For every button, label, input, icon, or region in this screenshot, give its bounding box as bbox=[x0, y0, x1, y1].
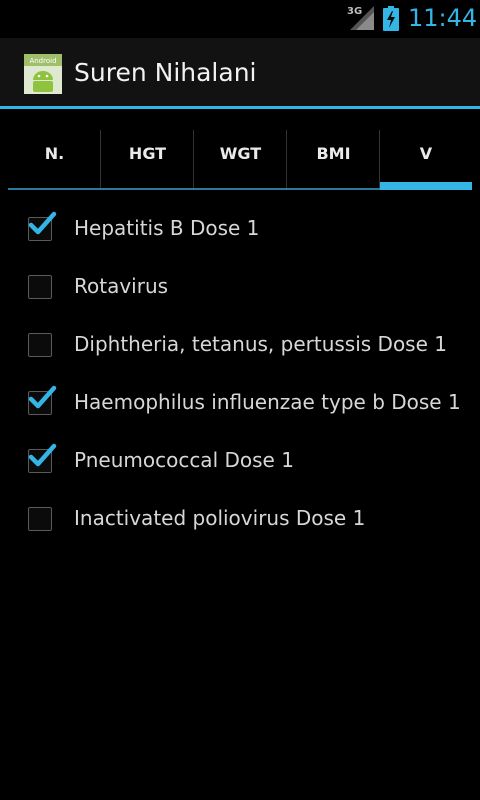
status-bar: 3G 11:44 bbox=[0, 0, 480, 38]
vaccine-checkbox[interactable] bbox=[28, 385, 57, 415]
tab-label: BMI bbox=[316, 144, 351, 163]
action-bar-divider bbox=[0, 106, 480, 109]
list-item[interactable]: Inactivated poliovirus Dose 1 bbox=[0, 490, 480, 548]
tab-height[interactable]: HGT bbox=[101, 130, 194, 190]
clock: 11:44 bbox=[408, 4, 478, 32]
tab-indicator-selected bbox=[380, 182, 472, 190]
checkbox-box bbox=[28, 507, 52, 531]
tab-indicator bbox=[194, 188, 287, 190]
app-icon-text: Android bbox=[29, 57, 56, 65]
vaccine-checkbox[interactable] bbox=[28, 275, 52, 299]
vaccine-label: Diphtheria, tetanus, pertussis Dose 1 bbox=[74, 332, 447, 356]
vaccine-checkbox[interactable] bbox=[28, 443, 57, 473]
tab-label: N. bbox=[44, 144, 65, 163]
list-item[interactable]: Hepatitis B Dose 1 bbox=[0, 200, 480, 258]
tab-indicator bbox=[101, 188, 194, 190]
list-item[interactable]: Rotavirus bbox=[0, 258, 480, 316]
tab-indicator bbox=[8, 188, 101, 190]
list-item[interactable]: Pneumococcal Dose 1 bbox=[0, 432, 480, 490]
vaccine-label: Pneumococcal Dose 1 bbox=[74, 448, 294, 472]
tab-indicator bbox=[287, 188, 380, 190]
tab-bar: N. HGT WGT BMI V bbox=[8, 130, 472, 190]
tab-name[interactable]: N. bbox=[8, 130, 101, 190]
vaccine-checkbox[interactable] bbox=[28, 211, 57, 241]
tab-vaccines[interactable]: V bbox=[380, 130, 472, 190]
vaccine-label: Hepatitis B Dose 1 bbox=[74, 216, 260, 240]
checkbox-box bbox=[28, 275, 52, 299]
tab-label: V bbox=[419, 144, 433, 163]
list-item[interactable]: Diphtheria, tetanus, pertussis Dose 1 bbox=[0, 316, 480, 374]
battery-charging-icon bbox=[383, 6, 399, 31]
list-item[interactable]: Haemophilus influenzae type b Dose 1 bbox=[0, 374, 480, 432]
vaccine-checklist: Hepatitis B Dose 1 Rotavirus Diphtheria,… bbox=[0, 200, 480, 548]
checkmark-icon bbox=[28, 211, 57, 235]
android-app-icon[interactable]: Android bbox=[24, 54, 62, 94]
action-bar: Android Suren Nihalani bbox=[0, 38, 480, 106]
tab-label: HGT bbox=[128, 144, 167, 163]
vaccine-label: Inactivated poliovirus Dose 1 bbox=[74, 506, 366, 530]
vaccine-label: Haemophilus influenzae type b Dose 1 bbox=[74, 390, 461, 414]
vaccine-checkbox[interactable] bbox=[28, 507, 52, 531]
page-title: Suren Nihalani bbox=[74, 58, 257, 87]
checkmark-icon bbox=[28, 385, 57, 409]
tab-label: WGT bbox=[219, 144, 262, 163]
vaccine-label: Rotavirus bbox=[74, 274, 169, 298]
signal-strength-icon bbox=[350, 6, 374, 30]
tab-bmi[interactable]: BMI bbox=[287, 130, 380, 190]
tab-weight[interactable]: WGT bbox=[194, 130, 287, 190]
checkmark-icon bbox=[28, 443, 57, 467]
vaccine-checkbox[interactable] bbox=[28, 333, 52, 357]
checkbox-box bbox=[28, 333, 52, 357]
